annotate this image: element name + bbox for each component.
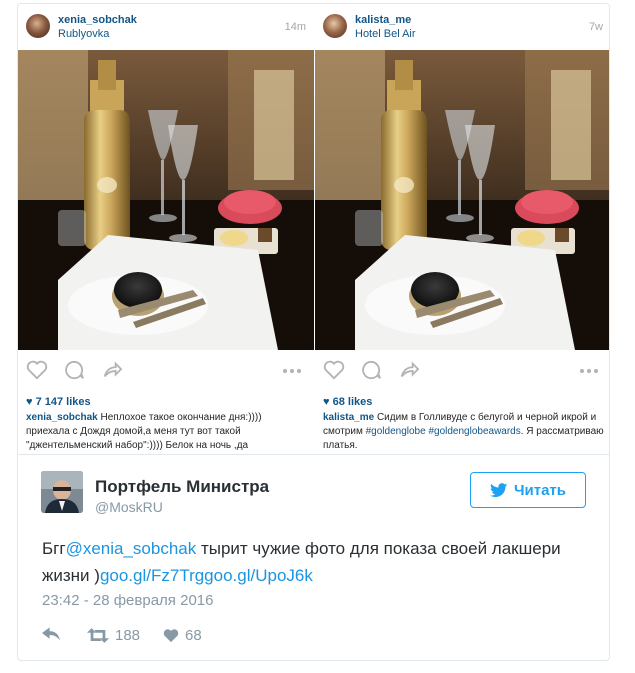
comment-icon[interactable] [64, 360, 84, 380]
caption-username[interactable]: kalista_me [323, 412, 374, 423]
retweet-button[interactable]: 188 [87, 627, 140, 644]
tweet-text: Бгг@xenia_sobchak тырит чужие фото для п… [42, 535, 582, 589]
heart-icon [163, 629, 179, 643]
instagram-post-right: kalista_me Hotel Bel Air 7w ♥ 68 likes k… [315, 4, 609, 454]
twitter-bird-icon [489, 482, 508, 497]
tweet: Портфель Министра @MoskRU Читать Бгг@xen… [18, 454, 609, 660]
more-icon[interactable] [282, 368, 302, 374]
tweet-author-name[interactable]: Портфель Министра [95, 477, 269, 497]
post-caption: xenia_sobchak Неплохое такое окончание д… [26, 411, 308, 453]
heart-icon[interactable] [323, 360, 345, 380]
reply-button[interactable] [42, 627, 61, 641]
post-caption: kalista_me Сидим в Голливуде с белугой и… [323, 411, 605, 453]
post-header: xenia_sobchak Rublyovka 14m [18, 4, 314, 50]
post-location[interactable]: Hotel Bel Air [355, 28, 416, 40]
avatar[interactable] [26, 14, 50, 38]
avatar-image [41, 471, 83, 513]
follow-label: Читать [513, 481, 567, 499]
heart-icon: ♥ [323, 396, 330, 408]
likes-label: 68 likes [332, 396, 373, 408]
avatar[interactable] [41, 471, 83, 513]
comment-icon[interactable] [361, 360, 381, 380]
likes-count[interactable]: ♥ 68 likes [323, 396, 372, 408]
heart-icon[interactable] [26, 360, 48, 380]
post-photo [315, 50, 609, 350]
instagram-post-left: xenia_sobchak Rublyovka 14m ♥ 7 147 like… [18, 4, 314, 454]
likes-count[interactable]: ♥ 7 147 likes [26, 396, 91, 408]
retweet-icon [87, 628, 109, 643]
likes-label: 7 147 likes [35, 396, 91, 408]
tweet-author-handle[interactable]: @MoskRU [95, 499, 163, 515]
avatar[interactable] [323, 14, 347, 38]
post-time: 7w [588, 21, 603, 33]
more-icon[interactable] [579, 368, 599, 374]
post-photo [18, 50, 314, 350]
post-header: kalista_me Hotel Bel Air 7w [315, 4, 609, 50]
share-icon[interactable] [102, 360, 122, 380]
tweet-links[interactable]: goo.gl/Fz7Trggoo.gl/UpoJ6k [100, 566, 313, 585]
retweet-count: 188 [115, 627, 141, 644]
heart-icon: ♥ [26, 396, 33, 408]
share-icon[interactable] [399, 360, 419, 380]
like-count: 68 [185, 627, 202, 644]
caption-username[interactable]: xenia_sobchak [26, 412, 98, 423]
post-location[interactable]: Rublyovka [58, 28, 109, 40]
like-button[interactable]: 68 [163, 627, 202, 644]
post-username[interactable]: xenia_sobchak [58, 14, 137, 26]
post-time: 14m [284, 21, 306, 33]
post-actions [18, 354, 314, 388]
embedded-tweet-card: xenia_sobchak Rublyovka 14m ♥ 7 147 like… [17, 3, 610, 661]
tweet-date[interactable]: 23:42 - 28 февраля 2016 [42, 592, 213, 609]
post-actions [315, 354, 609, 388]
post-username[interactable]: kalista_me [355, 14, 411, 26]
tweet-actions: 188 68 [42, 627, 342, 647]
tweet-text-prefix: Бгг [42, 539, 66, 558]
tweet-mention[interactable]: @xenia_sobchak [66, 539, 197, 558]
follow-button[interactable]: Читать [470, 472, 586, 508]
reply-icon [42, 627, 61, 641]
caption-hashtags[interactable]: #goldenglobe #goldenglobeawards [366, 426, 521, 437]
